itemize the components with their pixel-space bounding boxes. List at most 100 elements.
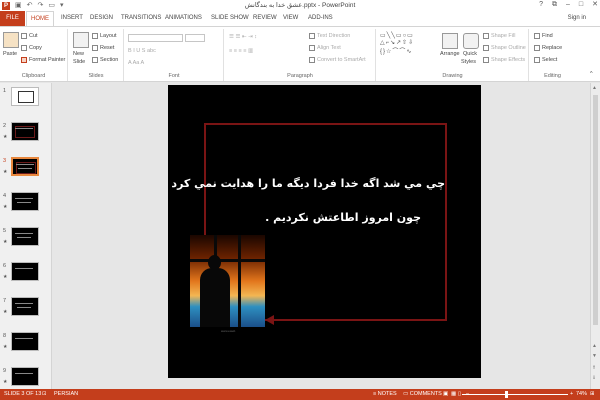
tab-animations[interactable]: ANIMATIONS	[165, 14, 202, 22]
new-slide-icon[interactable]	[73, 32, 89, 48]
next-slide-icon[interactable]: ⇓	[592, 375, 596, 381]
quick-styles-button[interactable]: Quick	[463, 51, 477, 57]
convert-smartart-button[interactable]: Convert to SmartArt	[309, 57, 366, 63]
scroll-down-icon[interactable]: ▼	[592, 353, 597, 359]
scroll-up-icon[interactable]: ▲	[592, 85, 597, 91]
help-icon[interactable]: ?	[539, 0, 543, 10]
arrange-button[interactable]: Arrange	[440, 51, 460, 57]
format-painter-icon	[21, 57, 27, 63]
editing-group: Find Replace Select Editing	[530, 29, 575, 81]
shape-outline-button[interactable]: Shape Outline	[483, 45, 526, 51]
thumbnail-slide-2[interactable]: 2 ★	[0, 120, 51, 152]
maximize-icon[interactable]: □	[579, 0, 583, 10]
fit-slide-icon[interactable]: ⊞	[590, 391, 595, 397]
slide-text-line-2[interactable]: چون امروز اطاعتش نكرديم .	[212, 211, 421, 224]
copy-button[interactable]: Copy	[21, 45, 42, 51]
drawing-label: Drawing	[442, 73, 463, 79]
thumbnail-slide-5[interactable]: 5 ★	[0, 225, 51, 257]
zoom-level[interactable]: 74%	[576, 391, 587, 397]
format-painter-button[interactable]: Format Painter	[21, 57, 65, 63]
slide-sorter-icon[interactable]: ▦	[451, 391, 456, 397]
prev-slide-icon[interactable]: ⇑	[592, 365, 596, 371]
quick-styles-button-line2[interactable]: Styles	[461, 59, 476, 65]
minimize-icon[interactable]: –	[566, 0, 570, 10]
language-indicator[interactable]: PERSIAN	[54, 391, 78, 397]
arrange-icon[interactable]	[442, 33, 458, 49]
arrow-line	[271, 319, 445, 321]
text-direction-button[interactable]: Text Direction	[309, 33, 350, 39]
animation-star-icon: ★	[3, 274, 8, 280]
tab-add-ins[interactable]: ADD-INS	[308, 14, 333, 22]
ribbon-display-icon[interactable]: ⧉	[552, 0, 557, 10]
shape-fill-button[interactable]: Shape Fill	[483, 33, 515, 39]
find-button[interactable]: Find	[534, 33, 553, 39]
tab-transitions[interactable]: TRANSITIONS	[121, 14, 161, 22]
title-bar: P ▣ ↶ ↷ ▭ ▾ عشق خدا به بندگانش.pptx - Po…	[0, 0, 600, 11]
align-text-button[interactable]: Align Text	[309, 45, 341, 51]
new-slide-button-line2[interactable]: Slide	[73, 59, 85, 65]
font-size-dropdown[interactable]	[185, 34, 205, 42]
animation-star-icon: ★	[3, 344, 8, 350]
section-icon	[92, 57, 98, 63]
tab-review[interactable]: REVIEW	[253, 14, 277, 22]
collapse-ribbon-icon[interactable]: ^	[590, 71, 593, 77]
scroll-thumb[interactable]	[593, 95, 598, 325]
font-name-dropdown[interactable]	[128, 34, 183, 42]
vertical-scrollbar[interactable]: ▲ ▲ ▼ ⇑ ⇓	[590, 83, 600, 389]
tab-view[interactable]: VIEW	[283, 14, 298, 22]
font-label: Font	[168, 73, 180, 79]
tab-home[interactable]: HOME	[26, 11, 54, 27]
tab-slide-show[interactable]: SLIDE SHOW	[211, 14, 249, 22]
thumbnail-slide-9[interactable]: 9 ★	[0, 365, 51, 389]
zoom-slider[interactable]	[462, 394, 568, 395]
cut-button[interactable]: Cut	[21, 33, 38, 39]
font-group: B I U S abc A Aa A Font	[125, 29, 224, 81]
zoom-slider-knob[interactable]	[505, 391, 508, 398]
thumbnail-slide-3[interactable]: 3 ★	[0, 155, 51, 187]
tab-design[interactable]: DESIGN	[90, 14, 113, 22]
spelling-icon[interactable]: ⊡	[42, 391, 47, 397]
layout-button[interactable]: Layout	[92, 33, 117, 39]
close-icon[interactable]: ✕	[592, 0, 598, 10]
tab-file[interactable]: FILE	[0, 11, 25, 26]
align-buttons[interactable]: ≡ ≡ ≡ ≡ ▥	[229, 48, 253, 54]
window-title: عشق خدا به بندگانش.pptx - PowerPoint	[244, 2, 356, 9]
shape-effects-button[interactable]: Shape Effects	[483, 57, 525, 63]
find-icon	[534, 33, 540, 39]
slide-canvas[interactable]: چي مي شد اگه خدا فردا ديگه ما را هدايت ن…	[168, 85, 481, 378]
slide-photo[interactable]	[190, 235, 265, 327]
animation-star-icon: ★	[3, 239, 8, 245]
reset-button[interactable]: Reset	[92, 45, 114, 51]
zoom-in-icon[interactable]: +	[570, 391, 573, 397]
thumbnail-slide-1[interactable]: 1	[0, 85, 51, 117]
slide-text-line-1[interactable]: چي مي شد اگه خدا فردا ديگه ما را هدايت ن…	[171, 177, 445, 190]
new-slide-button[interactable]: New	[73, 51, 84, 57]
ribbon: Paste Cut Copy Format Painter Clipboard …	[0, 26, 600, 82]
select-button[interactable]: Select	[534, 57, 557, 63]
paste-button[interactable]: Paste	[3, 51, 17, 57]
replace-icon	[534, 45, 540, 51]
replace-button[interactable]: Replace	[534, 45, 562, 51]
notes-button[interactable]: ≡ NOTES	[373, 391, 397, 397]
normal-view-icon[interactable]: ▣	[443, 391, 448, 397]
reading-view-icon[interactable]: ▯	[458, 391, 461, 397]
thumbnail-slide-8[interactable]: 8 ★	[0, 330, 51, 362]
font-format-buttons[interactable]: B I U S abc	[128, 48, 156, 54]
thumbnail-slide-7[interactable]: 7 ★	[0, 295, 51, 327]
thumbnail-slide-6[interactable]: 6 ★	[0, 260, 51, 292]
thumbnail-slide-4[interactable]: 4 ★	[0, 190, 51, 222]
scroll-up-icon[interactable]: ▲	[592, 343, 597, 349]
comments-button[interactable]: ▭ COMMENTS	[403, 391, 442, 397]
clipboard-label: Clipboard	[21, 73, 46, 79]
paste-icon[interactable]	[3, 32, 19, 48]
sign-in-link[interactable]: Sign in	[568, 15, 586, 21]
shapes-gallery[interactable]: ▭╲╲▭○▭ △⌐↘↗⇧⇩ {}☆⌒⌒∿	[380, 32, 438, 55]
list-buttons[interactable]: ☰ ☰ ⇤ ⇥ ↕	[229, 34, 257, 40]
section-button[interactable]: Section	[92, 57, 118, 63]
animation-star-icon: ★	[3, 134, 8, 140]
photo-caption: www.eweb	[221, 329, 236, 333]
tab-insert[interactable]: INSERT	[61, 14, 83, 22]
font-color-buttons[interactable]: A Aa A	[128, 60, 144, 66]
slides-group: New Slide Layout Reset Section Slides	[69, 29, 124, 81]
quick-styles-icon[interactable]	[463, 33, 479, 49]
